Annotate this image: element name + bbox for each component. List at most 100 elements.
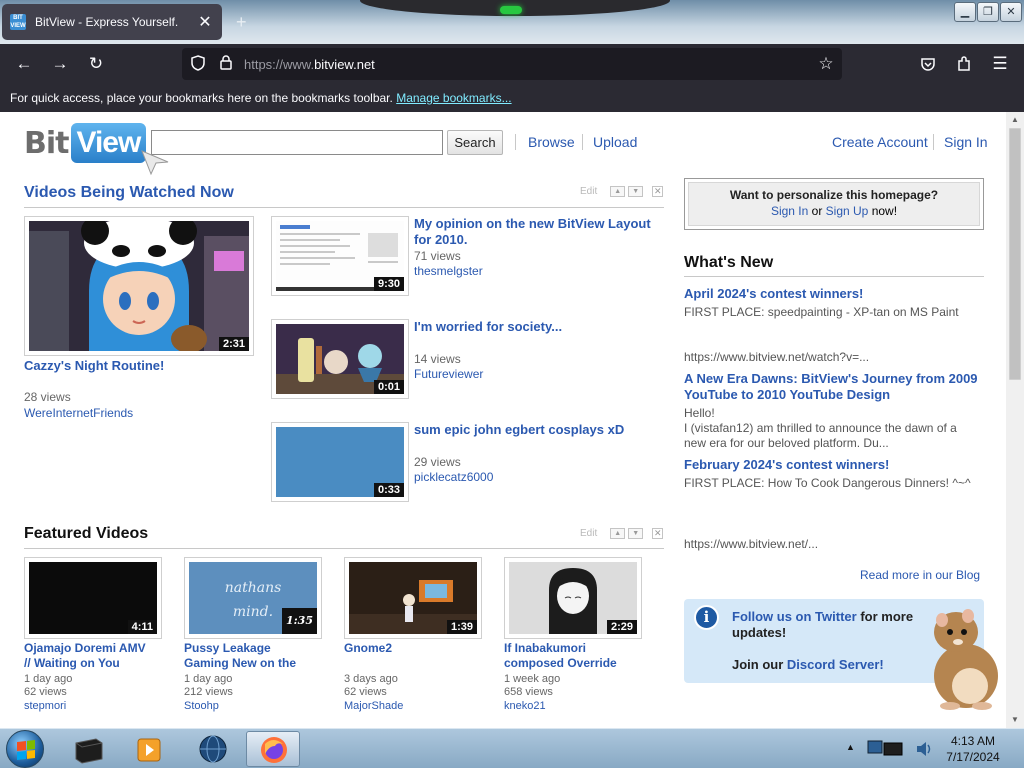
volume-icon[interactable] (914, 739, 934, 759)
back-arrow-icon[interactable]: ← (12, 52, 36, 76)
video-title[interactable]: I'm worried for society... (414, 319, 654, 335)
new-tab-icon[interactable]: + (236, 12, 247, 33)
video-uploader[interactable]: picklecatz6000 (414, 470, 493, 484)
menu-hamburger-icon[interactable]: ☰ (988, 52, 1012, 76)
news-title[interactable]: A New Era Dawns: BitView's Journey from … (684, 371, 984, 403)
move-down-icon[interactable]: ▼ (628, 528, 644, 539)
video-thumbnail[interactable]: 4:11 (24, 557, 162, 639)
url-text[interactable]: https://www.bitview.net (244, 57, 814, 72)
video-uploader[interactable]: WereInternetFriends (24, 406, 133, 420)
network-monitor-icon[interactable] (864, 737, 908, 761)
video-title[interactable]: If Inabakumori composed Override (504, 641, 634, 673)
scrollbar-thumb[interactable] (1009, 128, 1021, 380)
tab-strip: BIT VIEW BitView - Express Yourself. ✕ + … (0, 0, 1024, 44)
move-up-icon[interactable]: ▲ (610, 528, 626, 539)
video-title[interactable]: Cazzy's Night Routine! (24, 358, 254, 374)
news-title[interactable]: February 2024's contest winners! (684, 457, 984, 473)
video-thumbnail[interactable]: 9:30 (271, 216, 409, 296)
clock-date: 7/17/2024 (946, 750, 1000, 764)
video-thumbnail[interactable]: 0:33 (271, 422, 409, 502)
sidebar-sign-in-link[interactable]: Sign In (771, 204, 808, 218)
sign-in-link[interactable]: Sign In (944, 134, 988, 150)
video-views: 14 views (414, 352, 461, 366)
video-uploader[interactable]: Stoohp (184, 700, 219, 712)
video-thumbnail[interactable]: 0:01 (271, 319, 409, 399)
video-uploader[interactable]: MajorShade (344, 700, 403, 712)
scroll-down-icon[interactable]: ▼ (1006, 712, 1024, 728)
extensions-icon[interactable] (952, 52, 976, 76)
video-title[interactable]: My opinion on the new BitView Layout for… (414, 216, 654, 248)
video-age: 3 days ago (344, 673, 398, 685)
edit-link[interactable]: Edit (580, 186, 597, 197)
create-account-link[interactable]: Create Account (832, 134, 928, 150)
browse-link[interactable]: Browse (528, 134, 575, 150)
taskbar-clock[interactable]: 4:13 AM 7/17/2024 (942, 733, 1004, 765)
video-duration: 1:39 (446, 620, 477, 634)
video-title[interactable]: sum epic john egbert cosplays xD (414, 422, 654, 438)
bookmark-star-icon[interactable]: ☆ (814, 54, 838, 74)
address-bar[interactable]: https://www.bitview.net ☆ (182, 48, 842, 80)
video-thumbnail[interactable]: 2:31 (24, 216, 254, 356)
video-duration: 2:31 (218, 337, 249, 351)
discord-link[interactable]: Discord Server! (787, 657, 884, 672)
window-decoration (360, 0, 670, 16)
edit-link[interactable]: Edit (580, 528, 597, 539)
forward-arrow-icon[interactable]: → (48, 52, 72, 76)
reload-icon[interactable]: ↻ (84, 52, 108, 76)
section-divider (24, 548, 664, 549)
video-uploader[interactable]: kneko21 (504, 700, 546, 712)
close-section-icon[interactable]: ✕ (652, 186, 664, 197)
search-button[interactable]: Search (447, 130, 503, 155)
read-more-blog-link[interactable]: Read more in our Blog (860, 568, 980, 582)
show-hidden-icons-icon[interactable]: ▲ (846, 742, 855, 752)
featured-edit-controls: Edit ▲ ▼ ✕ (580, 528, 664, 539)
thumbnail-text: nathans (224, 580, 282, 596)
taskbar-app-globe[interactable] (186, 731, 240, 767)
taskbar-app-firefox[interactable] (246, 731, 300, 767)
video-title[interactable]: Gnome2 (344, 641, 474, 673)
sidebar-sign-up-link[interactable]: Sign Up (826, 204, 869, 218)
window-controls: ▁ ❐ ✕ (954, 2, 1022, 22)
watched-section-title[interactable]: Videos Being Watched Now (24, 184, 234, 202)
video-views: 71 views (414, 249, 461, 263)
page-scrollbar[interactable]: ▲ ▼ (1006, 112, 1024, 728)
video-duration: 0:33 (373, 483, 404, 497)
video-uploader[interactable]: Futureviewer (414, 367, 483, 381)
pocket-icon[interactable] (916, 52, 940, 76)
manage-bookmarks-link[interactable]: Manage bookmarks... (396, 91, 511, 105)
search-input[interactable] (151, 130, 443, 155)
bitview-favicon-icon: BIT VIEW (10, 14, 26, 30)
lock-icon[interactable] (220, 55, 234, 73)
taskbar: ▲ 4:13 AM 7/17/2024 (0, 728, 1024, 768)
video-title[interactable]: Pussy Leakage Gaming New on the (184, 641, 314, 673)
move-down-icon[interactable]: ▼ (628, 186, 644, 197)
tab-close-icon[interactable]: ✕ (196, 12, 214, 32)
video-title[interactable]: Ojamajo Doremi AMV // Waiting on You (24, 641, 154, 673)
now-text: now! (871, 204, 898, 218)
terminal-icon (75, 738, 103, 764)
taskbar-app-media-player[interactable] (122, 731, 176, 767)
taskbar-app-terminal[interactable] (62, 731, 116, 767)
video-uploader[interactable]: thesmelgster (414, 264, 483, 278)
minimize-icon[interactable]: ▁ (954, 2, 976, 22)
news-title[interactable]: April 2024's contest winners! (684, 286, 984, 302)
start-button[interactable] (6, 730, 44, 768)
video-thumbnail[interactable]: 1:39 (344, 557, 482, 639)
video-uploader[interactable]: stepmori (24, 700, 66, 712)
navigation-toolbar: ← → ↻ https://www.bitview.net ☆ ☰ (0, 44, 1024, 84)
twitter-link[interactable]: Follow us on Twitter (732, 609, 857, 624)
video-thumbnail[interactable]: 2:29 (504, 557, 642, 639)
bitview-logo[interactable]: Bit View (24, 122, 147, 164)
upload-link[interactable]: Upload (593, 134, 637, 150)
shield-icon[interactable] (190, 54, 206, 74)
close-section-icon[interactable]: ✕ (652, 528, 664, 539)
move-up-icon[interactable]: ▲ (610, 186, 626, 197)
browser-tab-bitview[interactable]: BIT VIEW BitView - Express Yourself. ✕ (2, 4, 222, 40)
close-window-icon[interactable]: ✕ (1000, 2, 1022, 22)
video-thumbnail[interactable]: nathans mind. 1:35 (184, 557, 322, 639)
video-age: 1 day ago (184, 673, 233, 685)
restore-icon[interactable]: ❐ (977, 2, 999, 22)
video-views: 658 views (504, 686, 553, 698)
page-content: Bit View Search Browse Upload Create Acc… (0, 112, 1006, 728)
scroll-up-icon[interactable]: ▲ (1006, 112, 1024, 128)
